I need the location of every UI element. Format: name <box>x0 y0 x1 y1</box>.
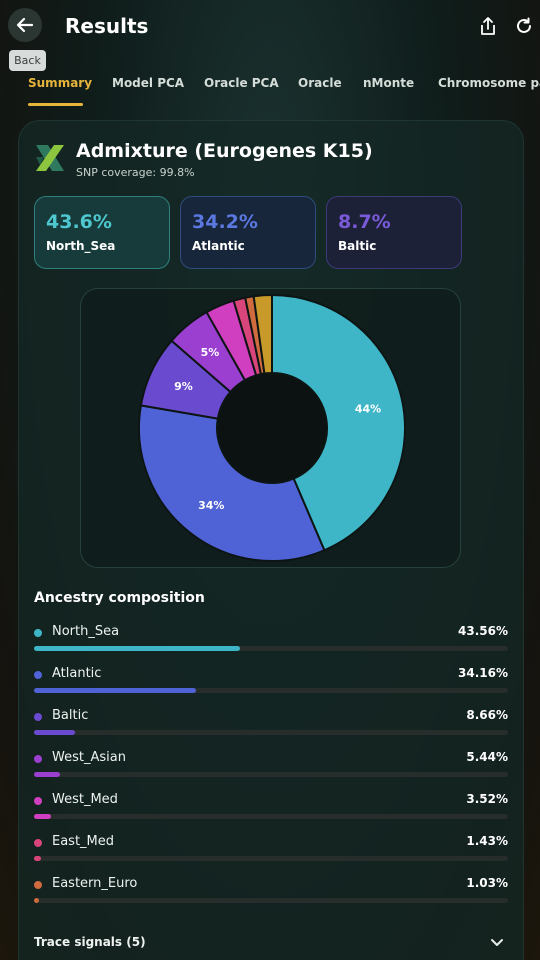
list-item: Atlantic 34.16% <box>34 666 508 696</box>
donut-hole <box>218 374 326 482</box>
list-item: West_Asian 5.44% <box>34 750 508 780</box>
progress-fill <box>34 646 241 651</box>
component-percent: 1.43% <box>466 834 508 848</box>
tab-oracle[interactable]: Oracle <box>298 76 342 90</box>
stat-baltic: 8.7% Baltic <box>326 196 462 269</box>
snp-coverage: SNP coverage: 99.8% <box>76 166 195 179</box>
component-name: West_Asian <box>52 750 126 765</box>
list-item: East_Med 1.43% <box>34 834 508 864</box>
legend-dot <box>34 755 42 763</box>
tab-model-pca[interactable]: Model PCA <box>112 76 184 90</box>
component-name: North_Sea <box>52 624 120 639</box>
trace-signals-toggle[interactable]: Trace signals (5) <box>34 935 146 949</box>
progress-track <box>34 856 508 861</box>
component-percent: 3.52% <box>466 792 508 806</box>
legend-dot <box>34 629 42 637</box>
component-percent: 8.66% <box>466 708 508 722</box>
slice-label: 9% <box>174 380 193 393</box>
stat-percent: 43.6% <box>46 211 112 233</box>
active-tab-indicator <box>28 103 83 106</box>
stat-label: Baltic <box>338 239 377 253</box>
donut-chart: 44% 34% 9% 5% <box>138 293 406 562</box>
donut-chart-panel: 44% 34% 9% 5% <box>80 288 461 568</box>
component-name: Eastern_Euro <box>52 876 138 891</box>
legend-dot <box>34 881 42 889</box>
tab-summary[interactable]: Summary <box>28 76 92 90</box>
component-name: West_Med <box>52 792 118 807</box>
progress-track <box>34 646 508 651</box>
progress-fill <box>34 814 51 819</box>
progress-track <box>34 772 508 777</box>
tab-bar: Summary Model PCA Oracle PCA Oracle nMon… <box>28 72 540 108</box>
component-name: East_Med <box>52 834 115 849</box>
progress-fill <box>34 856 41 861</box>
refresh-button[interactable] <box>512 14 536 38</box>
legend-dot <box>34 671 42 679</box>
page-title: Results <box>65 14 149 38</box>
refresh-icon <box>517 17 531 33</box>
component-percent: 5.44% <box>466 750 508 764</box>
component-percent: 34.16% <box>458 666 508 680</box>
share-button[interactable] <box>476 14 500 38</box>
app-header: Results Back <box>0 0 540 71</box>
legend-dot <box>34 839 42 847</box>
legend-dot <box>34 713 42 721</box>
progress-fill <box>34 772 60 777</box>
progress-track <box>34 898 508 903</box>
admixture-logo-icon <box>36 145 64 171</box>
slice-label: 44% <box>355 402 381 415</box>
tab-nmonte[interactable]: nMonte <box>363 76 414 90</box>
back-button[interactable] <box>8 8 42 42</box>
legend-dot <box>34 797 42 805</box>
list-item: Eastern_Euro 1.03% <box>34 876 508 906</box>
progress-track <box>34 730 508 735</box>
slice-label: 5% <box>201 346 220 359</box>
tab-chromosome-painting[interactable]: Chromosome pa <box>438 76 540 90</box>
list-item: North_Sea 43.56% <box>34 624 508 654</box>
component-name: Atlantic <box>52 666 102 681</box>
component-percent: 1.03% <box>466 876 508 890</box>
stat-percent: 34.2% <box>192 211 258 233</box>
stat-label: North_Sea <box>46 239 116 253</box>
stat-label: Atlantic <box>192 239 245 253</box>
slice-label: 34% <box>198 499 224 512</box>
tab-oracle-pca[interactable]: Oracle PCA <box>204 76 279 90</box>
back-arrow-icon <box>16 17 34 33</box>
stat-north-sea: 43.6% North_Sea <box>34 196 170 269</box>
card-title: Admixture (Eurogenes K15) <box>76 140 373 162</box>
progress-track <box>34 688 508 693</box>
back-tooltip: Back <box>9 50 46 71</box>
progress-fill <box>34 898 39 903</box>
list-item: Baltic 8.66% <box>34 708 508 738</box>
component-percent: 43.56% <box>458 624 508 638</box>
stat-atlantic: 34.2% Atlantic <box>180 196 316 269</box>
progress-track <box>34 814 508 819</box>
chevron-down-icon[interactable] <box>489 934 505 950</box>
stat-percent: 8.7% <box>338 211 391 233</box>
component-name: Baltic <box>52 708 89 723</box>
share-icon <box>481 17 495 35</box>
composition-title: Ancestry composition <box>34 590 205 606</box>
list-item: West_Med 3.52% <box>34 792 508 822</box>
progress-fill <box>34 688 196 693</box>
progress-fill <box>34 730 76 735</box>
